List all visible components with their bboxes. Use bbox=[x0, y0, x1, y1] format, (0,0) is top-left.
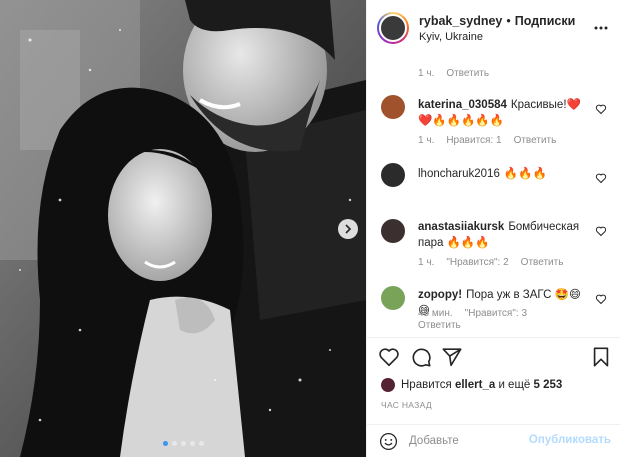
carousel-dot bbox=[189, 441, 195, 446]
comment-time: 1 ч. bbox=[418, 257, 435, 268]
heart-icon[interactable] bbox=[595, 293, 607, 305]
post-time[interactable]: ЧАС НАЗАД bbox=[381, 400, 432, 410]
commenter-username[interactable]: anastasiiakursk bbox=[418, 221, 504, 233]
post-header: rybak_sydney • Подписки Kyiv, Ukraine bbox=[367, 0, 620, 56]
liker-avatar bbox=[381, 378, 395, 392]
paper-plane-icon[interactable] bbox=[441, 346, 463, 368]
couple-photo-image bbox=[0, 0, 366, 457]
carousel-next-button[interactable] bbox=[338, 219, 358, 239]
heart-icon[interactable] bbox=[378, 346, 400, 368]
reply-link[interactable]: Ответить bbox=[446, 68, 489, 79]
heart-icon[interactable] bbox=[595, 225, 607, 237]
reply-link[interactable]: Ответить bbox=[418, 320, 461, 331]
following-button[interactable]: Подписки bbox=[515, 14, 576, 28]
post-side-panel: rybak_sydney • Подписки Kyiv, Ukraine 1 … bbox=[366, 0, 620, 457]
comment-meta: 1 ч. Ответить bbox=[418, 68, 489, 79]
post-photo[interactable] bbox=[0, 0, 366, 457]
carousel-dot bbox=[162, 441, 168, 446]
commenter-username[interactable]: lhoncharuk2016 bbox=[418, 168, 500, 180]
comment-time: 45 мин. bbox=[418, 308, 453, 319]
reply-link[interactable]: Ответить bbox=[514, 135, 557, 146]
more-options-button[interactable] bbox=[593, 20, 609, 36]
author-avatar[interactable] bbox=[377, 12, 409, 44]
header-separator: • bbox=[506, 13, 511, 28]
comment-meta: 45 мин. "Нравится": 3 Ответить bbox=[418, 308, 568, 331]
comment-likes[interactable]: "Нравится": 2 bbox=[446, 257, 508, 268]
comment-bubble-icon[interactable] bbox=[410, 346, 432, 368]
comment-meta: 1 ч. "Нравится": 2 Ответить bbox=[418, 257, 563, 268]
comment-text: 🔥🔥🔥 bbox=[503, 168, 547, 180]
carousel-dot bbox=[180, 441, 186, 446]
commenter-avatar[interactable] bbox=[381, 219, 405, 243]
liker-username[interactable]: ellert_a bbox=[455, 379, 495, 391]
commenter-avatar[interactable] bbox=[381, 286, 405, 310]
publish-button[interactable]: Опубликовать bbox=[529, 434, 611, 446]
bookmark-icon[interactable] bbox=[590, 346, 612, 368]
comment-time: 1 ч. bbox=[418, 135, 435, 146]
carousel-dot bbox=[171, 441, 177, 446]
heart-icon[interactable] bbox=[595, 172, 607, 184]
add-comment-input[interactable] bbox=[409, 433, 529, 449]
chevron-right-icon bbox=[345, 224, 352, 234]
comment-body: katerina_030584 Красивые!❤️❤️🔥🔥🔥🔥🔥 bbox=[418, 97, 592, 129]
commenter-avatar[interactable] bbox=[381, 163, 405, 187]
reply-link[interactable]: Ответить bbox=[521, 257, 564, 268]
likes-middle: и ещё bbox=[498, 379, 531, 391]
commenter-avatar[interactable] bbox=[381, 95, 405, 119]
carousel-dots bbox=[0, 441, 366, 446]
post-actions: Нравится ellert_a и ещё 5 253 ЧАС НАЗАД … bbox=[367, 337, 620, 455]
comment-likes[interactable]: Нравится: 1 bbox=[446, 135, 501, 146]
comment-meta: 1 ч. Нравится: 1 Ответить bbox=[418, 135, 556, 146]
commenter-username[interactable]: katerina_030584 bbox=[418, 99, 507, 111]
emoji-smile-icon[interactable] bbox=[379, 432, 398, 451]
likes-count[interactable]: 5 253 bbox=[534, 379, 563, 391]
comment-time: 1 ч. bbox=[418, 68, 435, 79]
instagram-post-view: rybak_sydney • Подписки Kyiv, Ukraine 1 … bbox=[0, 0, 620, 457]
comment-likes[interactable]: "Нравится": 3 bbox=[465, 308, 527, 319]
likes-summary[interactable]: Нравится ellert_a и ещё 5 253 bbox=[381, 378, 562, 392]
location-link[interactable]: Kyiv, Ukraine bbox=[419, 31, 575, 43]
commenter-username[interactable]: zopopy! bbox=[418, 289, 462, 301]
author-username-link[interactable]: rybak_sydney bbox=[419, 14, 502, 28]
add-comment-bar: Опубликовать bbox=[367, 424, 620, 456]
likes-prefix: Нравится bbox=[401, 379, 452, 391]
carousel-dot bbox=[198, 441, 204, 446]
comment-body: anastasiiakursk Бомбическая пара 🔥🔥🔥 bbox=[418, 219, 592, 251]
more-dots-icon bbox=[594, 26, 608, 30]
comments-list: 1 ч. Ответить katerina_030584 Красивые!❤️… bbox=[367, 57, 620, 337]
comment-body: lhoncharuk2016 🔥🔥🔥 bbox=[418, 166, 592, 182]
heart-icon[interactable] bbox=[595, 103, 607, 115]
